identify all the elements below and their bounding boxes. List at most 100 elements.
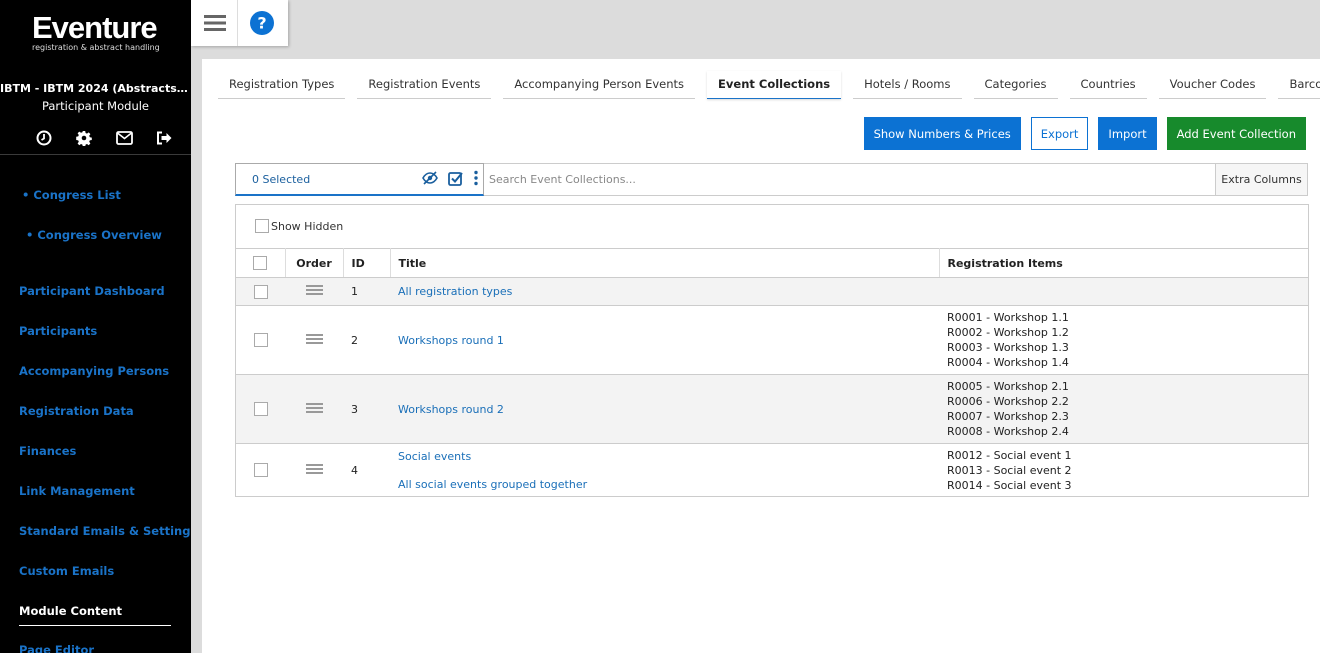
row-checkbox-cell	[236, 305, 285, 375]
table-row[interactable]: 2 Workshops round 1 R0001 - Workshop 1.1…	[236, 305, 1308, 375]
row-id: 1	[343, 277, 390, 306]
drag-handle-icon	[305, 332, 323, 346]
show-hidden-toggle[interactable]: Show Hidden	[255, 219, 343, 233]
registration-item: R0002 - Workshop 1.2	[947, 326, 1069, 339]
row-id: 3	[343, 374, 390, 444]
row-checkbox[interactable]	[253, 284, 268, 299]
registration-item: R0006 - Workshop 2.2	[947, 395, 1069, 408]
logout-icon[interactable]	[144, 128, 184, 148]
sidebar-item-finances[interactable]: Finances	[19, 444, 76, 458]
congress-name[interactable]: IBTM - IBTM 2024 (Abstracts & Par...	[0, 82, 191, 95]
row-title-link[interactable]: Social events	[398, 450, 931, 463]
drag-handle[interactable]	[285, 305, 343, 375]
table-row[interactable]: 1 All registration types	[236, 277, 1308, 306]
more-vertical-icon[interactable]	[473, 170, 479, 189]
registration-item: R0014 - Social event 3	[947, 478, 1072, 492]
action-buttons: Show Numbers & Prices Export Import Add …	[863, 117, 1306, 150]
clock-icon[interactable]	[24, 128, 64, 148]
sidebar-active-indicator	[19, 625, 171, 626]
sidebar-item-link-management[interactable]: Link Management	[19, 484, 135, 498]
search-input[interactable]: Search Event Collections...	[484, 163, 1216, 196]
drag-handle[interactable]	[285, 374, 343, 444]
drag-handle-icon	[305, 401, 323, 415]
check-square-icon[interactable]	[448, 171, 463, 189]
export-button[interactable]: Export	[1030, 117, 1089, 150]
tab-event-collections[interactable]: Event Collections	[707, 71, 842, 99]
logo-tagline: registration & abstract handling	[32, 43, 160, 52]
sidebar-item-module-content[interactable]: Module Content	[19, 604, 122, 618]
registration-items-header[interactable]: Registration Items	[939, 248, 1308, 278]
eye-slash-icon[interactable]	[422, 171, 438, 188]
row-description-link[interactable]: All social events grouped together	[398, 478, 931, 491]
tab-bar: Registration Types Registration Events A…	[218, 71, 1320, 99]
selection-box: 0 Selected	[235, 163, 484, 196]
tab-hotels-rooms[interactable]: Hotels / Rooms	[853, 71, 962, 99]
event-collections-table: Order ID Title Registration Items 1 All …	[236, 248, 1308, 497]
row-items-cell: R0005 - Workshop 2.1 R0006 - Workshop 2.…	[939, 374, 1308, 444]
drag-handle[interactable]	[285, 277, 343, 306]
sidebar-item-participant-dashboard[interactable]: Participant Dashboard	[19, 284, 165, 298]
sidebar-item-accompanying-persons[interactable]: Accompanying Persons	[19, 364, 169, 378]
sidebar-item-custom-emails[interactable]: Custom Emails	[19, 564, 114, 578]
drag-handle[interactable]	[285, 444, 343, 497]
row-title-link[interactable]: All registration types	[398, 285, 931, 298]
sidebar-link-congress-overview[interactable]: • Congress Overview	[26, 228, 162, 242]
drag-handle-icon	[305, 283, 323, 297]
tab-barcodes[interactable]: Barcodes	[1278, 71, 1320, 99]
row-checkbox-cell	[236, 374, 285, 444]
sidebar-item-standard-emails[interactable]: Standard Emails & Settings	[19, 524, 191, 538]
tab-accompanying-person-events[interactable]: Accompanying Person Events	[503, 71, 696, 99]
order-header[interactable]: Order	[285, 248, 344, 278]
registration-item: R0012 - Social event 1	[947, 448, 1072, 462]
sidebar-icon-bar	[24, 128, 184, 148]
registration-item: R0003 - Workshop 1.3	[947, 341, 1069, 354]
sidebar: Eventure registration & abstract handlin…	[0, 0, 191, 653]
registration-item: R0001 - Workshop 1.1	[947, 311, 1069, 324]
help-button[interactable]: ?	[238, 0, 285, 46]
add-event-collection-button[interactable]: Add Event Collection	[1166, 117, 1306, 150]
registration-item: R0005 - Workshop 2.1	[947, 380, 1069, 393]
row-id: 2	[343, 305, 390, 375]
row-checkbox[interactable]	[253, 402, 268, 416]
tab-registration-types[interactable]: Registration Types	[218, 71, 346, 99]
row-title-cell: All registration types	[390, 277, 939, 306]
row-checkbox[interactable]	[253, 333, 268, 347]
show-numbers-prices-button[interactable]: Show Numbers & Prices	[863, 117, 1021, 150]
id-header[interactable]: ID	[343, 248, 391, 278]
selected-count: 0 Selected	[252, 172, 311, 186]
row-items-cell: R0012 - Social event 1 R0013 - Social ev…	[939, 444, 1308, 497]
title-header[interactable]: Title	[390, 248, 940, 278]
event-collections-table-container: Show Hidden Order ID Title Registration …	[235, 204, 1309, 497]
registration-item: R0007 - Workshop 2.3	[947, 410, 1069, 423]
menu-toggle-button[interactable]	[191, 0, 238, 46]
row-checkbox-cell	[236, 444, 285, 497]
help-icon: ?	[249, 11, 274, 35]
show-hidden-checkbox[interactable]	[255, 219, 269, 233]
import-button[interactable]: Import	[1098, 117, 1157, 150]
tab-countries[interactable]: Countries	[1069, 71, 1147, 99]
row-id: 4	[351, 463, 358, 477]
eventure-logo[interactable]: Eventure registration & abstract handlin…	[32, 12, 172, 53]
registration-item: R0004 - Workshop 1.4	[947, 356, 1069, 369]
sidebar-item-registration-data[interactable]: Registration Data	[19, 404, 134, 418]
sidebar-item-page-editor[interactable]: Page Editor	[19, 643, 94, 653]
gear-icon[interactable]	[64, 128, 104, 148]
tab-voucher-codes[interactable]: Voucher Codes	[1158, 71, 1267, 99]
sidebar-link-congress-list[interactable]: • Congress List	[22, 188, 121, 202]
select-all-checkbox[interactable]	[253, 256, 268, 270]
module-name: Participant Module	[41, 99, 150, 113]
row-title-link[interactable]: Workshops round 2	[398, 403, 931, 416]
mail-icon[interactable]	[104, 128, 144, 148]
row-title-cell: Workshops round 1	[390, 305, 939, 375]
sidebar-item-participants[interactable]: Participants	[19, 324, 97, 338]
registration-item: R0008 - Workshop 2.4	[947, 425, 1069, 438]
table-row[interactable]: 3 Workshops round 2 R0005 - Workshop 2.1…	[236, 374, 1308, 444]
row-checkbox[interactable]	[253, 463, 268, 478]
row-title-link[interactable]: Workshops round 1	[398, 334, 931, 347]
registration-item: R0013 - Social event 2	[947, 463, 1072, 477]
tab-registration-events[interactable]: Registration Events	[357, 71, 492, 99]
extra-columns-button[interactable]: Extra Columns	[1215, 163, 1308, 196]
tab-categories[interactable]: Categories	[973, 71, 1058, 99]
svg-text:?: ?	[257, 14, 266, 33]
table-row[interactable]: 4 Social events All social events groupe…	[236, 444, 1308, 497]
